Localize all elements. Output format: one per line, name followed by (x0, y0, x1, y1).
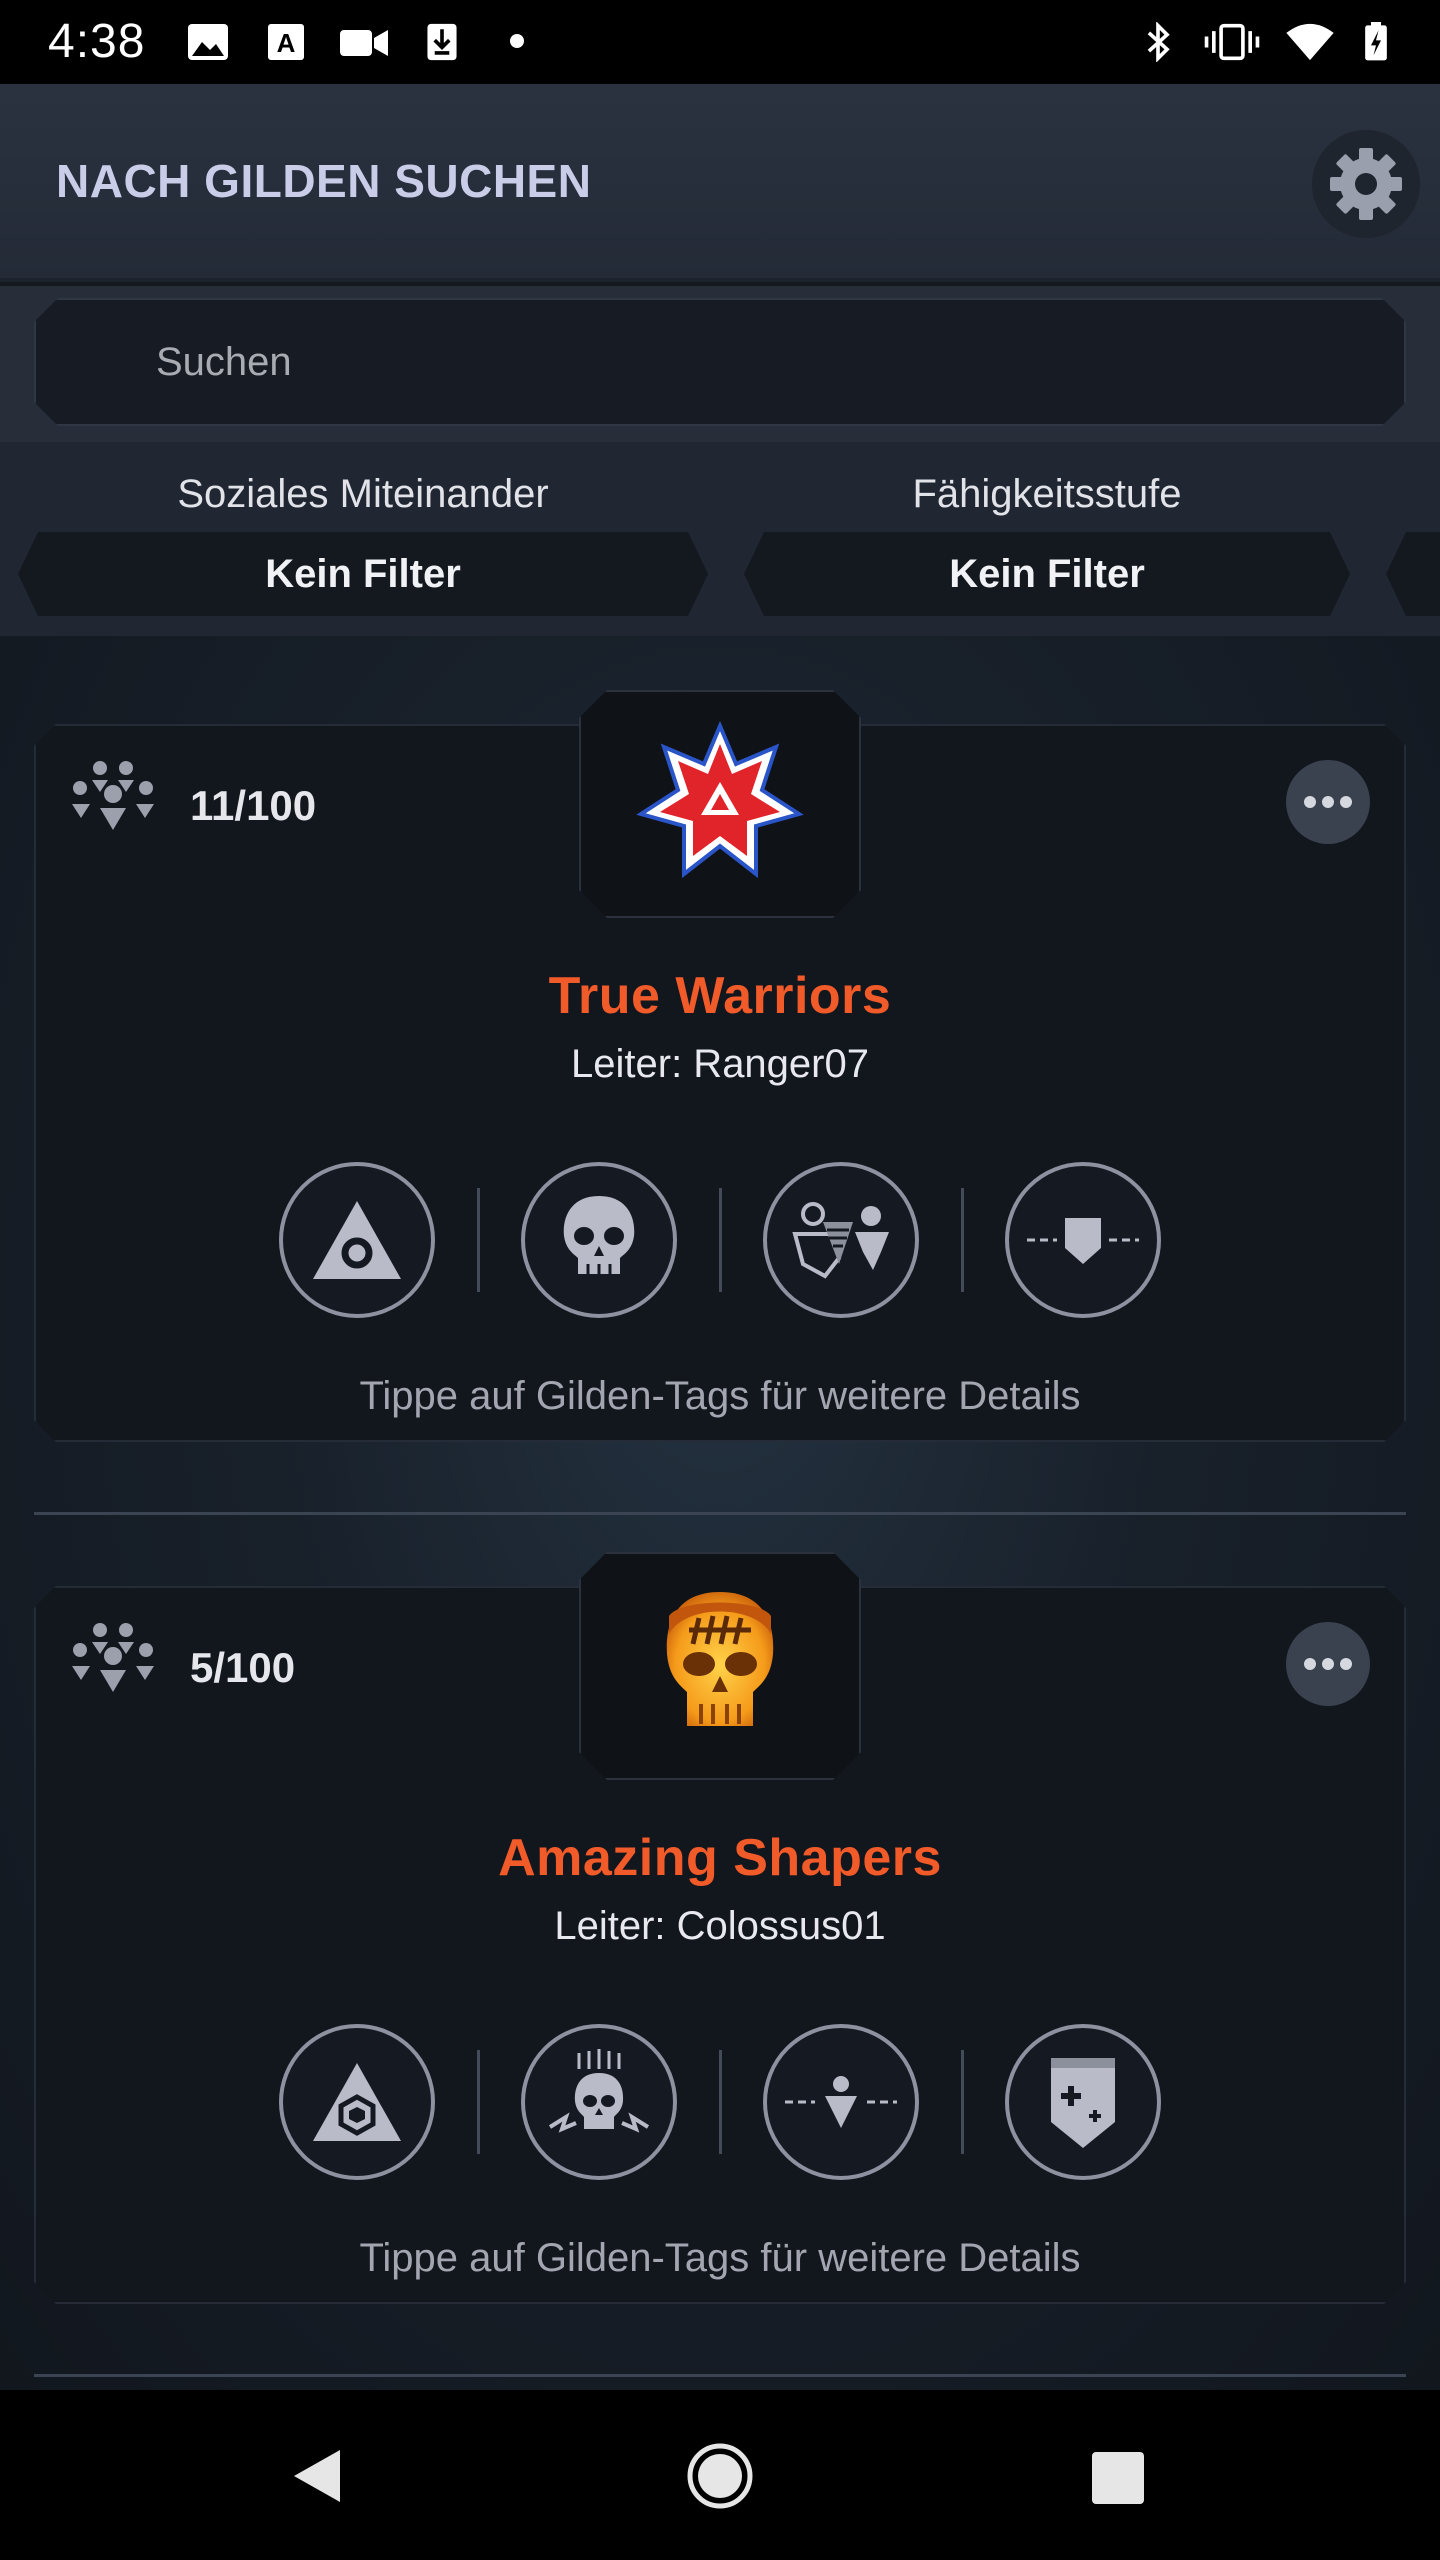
battery-icon (1365, 22, 1387, 61)
member-count: 11/100 (190, 782, 317, 829)
guild-emblem (579, 690, 861, 918)
notification-dot (510, 34, 524, 48)
svg-text:A: A (277, 28, 296, 58)
tag-button[interactable] (521, 1162, 677, 1318)
tag-divider (477, 1188, 480, 1292)
guild-leader: Leiter: Colossus01 (554, 1904, 886, 1948)
guild-list: 11/100 True Warriors Leiter: Ranger07 Ti… (0, 636, 1440, 2390)
back-icon[interactable] (288, 2446, 344, 2506)
filter-dropdown-social[interactable]: Kein Filter (18, 532, 708, 616)
filter-dropdown-skill[interactable]: Kein Filter (744, 532, 1350, 616)
skull-lightning-tag-icon (548, 2049, 650, 2133)
triangle-tag-icon (313, 1201, 401, 1279)
header: NACH GILDEN SUCHEN (0, 84, 1440, 282)
orange-skull-emblem (655, 1586, 785, 1746)
person-dash-tag-icon (785, 2076, 897, 2128)
ellipsis-icon (1304, 796, 1352, 808)
status-time: 4:38 (48, 15, 146, 68)
guild-hint: Tippe auf Gilden-Tags für weitere Detail… (359, 1374, 1081, 1418)
search-area: Suchen (0, 286, 1440, 442)
skull-tag-icon (563, 1196, 635, 1274)
tag-divider (961, 1188, 964, 1292)
members-icon (72, 761, 154, 830)
settings-button[interactable] (1312, 130, 1420, 238)
font-icon: A (268, 24, 304, 60)
member-count: 5/100 (190, 1644, 296, 1691)
filter-dropdown-partial[interactable] (1386, 532, 1440, 616)
navigation-bar (0, 2390, 1440, 2560)
guild-emblem (579, 1552, 861, 1780)
tag-button[interactable] (279, 1162, 435, 1318)
shield-plus-tag-icon (1051, 2058, 1115, 2148)
red-star-emblem (635, 719, 805, 889)
more-options-button[interactable] (1286, 760, 1370, 844)
hexagon-triangle-tag-icon (313, 2063, 401, 2141)
shield-dash-tag-icon (1027, 1218, 1139, 1264)
filter-bar: Soziales Miteinander Kein Filter Fähigke… (0, 442, 1440, 636)
vibrate-icon (1204, 23, 1260, 61)
members-icon (72, 1623, 154, 1692)
tag-button[interactable] (1005, 2024, 1161, 2180)
page-title: NACH GILDEN SUCHEN (56, 155, 592, 207)
guild-name: Amazing Shapers (498, 1829, 942, 1887)
tag-divider (961, 2050, 964, 2154)
social-group-tag-icon (792, 1202, 889, 1279)
tag-divider (719, 2050, 722, 2154)
search-placeholder: Suchen (156, 340, 292, 384)
guild-hint: Tippe auf Gilden-Tags für weitere Detail… (359, 2236, 1081, 2280)
ellipsis-icon (1304, 1658, 1352, 1670)
bluetooth-icon (1147, 22, 1170, 62)
tag-button[interactable] (763, 2024, 919, 2180)
home-icon[interactable] (686, 2442, 754, 2510)
wifi-icon (1286, 23, 1334, 61)
tag-button[interactable] (279, 2024, 435, 2180)
tag-button[interactable] (521, 2024, 677, 2180)
download-icon (427, 23, 457, 61)
list-divider (34, 1512, 1406, 1515)
filter-label-skill: Fähigkeitsstufe (912, 472, 1182, 516)
tag-button[interactable] (763, 1162, 919, 1318)
image-icon (188, 24, 228, 60)
tag-divider (477, 2050, 480, 2154)
guild-leader: Leiter: Ranger07 (571, 1042, 869, 1086)
status-bar: 4:38 A (0, 0, 1440, 84)
filter-label-social: Soziales Miteinander (177, 472, 549, 516)
video-icon (340, 30, 388, 56)
tag-divider (719, 1188, 722, 1292)
tag-button[interactable] (1005, 1162, 1161, 1318)
list-divider (34, 2374, 1406, 2377)
recents-icon[interactable] (1090, 2450, 1146, 2506)
more-options-button[interactable] (1286, 1622, 1370, 1706)
search-input[interactable]: Suchen (34, 298, 1406, 426)
guild-name: True Warriors (548, 967, 892, 1025)
gear-icon (1330, 148, 1402, 220)
